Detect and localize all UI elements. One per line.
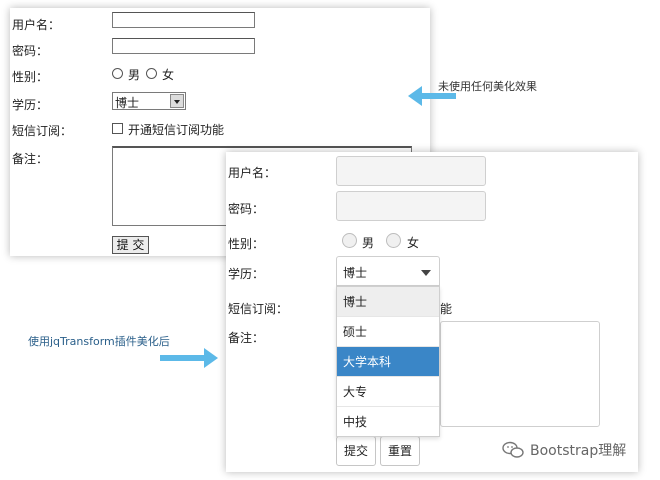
watermark-text: Bootstrap理解 [530, 443, 627, 459]
styled-submit-button[interactable]: 提交 [336, 436, 376, 466]
chevron-down-icon[interactable] [421, 270, 431, 276]
styled-education-select[interactable]: 博士 [336, 256, 440, 286]
password-label: 密码： [12, 44, 49, 58]
gender-male-radio[interactable] [112, 68, 123, 79]
education-label: 学历： [12, 98, 49, 112]
styled-password-input[interactable] [336, 191, 486, 221]
wechat-logo-icon [502, 441, 524, 458]
styled-sms-label: 短信订阅： [228, 302, 289, 316]
styled-education-label: 学历： [228, 267, 265, 281]
styled-gender-male-label: 男 [362, 236, 375, 250]
username-label: 用户名： [12, 18, 61, 32]
sms-checkbox[interactable] [112, 123, 123, 134]
styled-gender-male-radio[interactable] [342, 233, 357, 248]
submit-button[interactable]: 提 交 [112, 236, 149, 254]
gender-female-label: 女 [162, 68, 175, 82]
styled-username-label: 用户名： [228, 166, 277, 180]
gender-label: 性别： [12, 70, 49, 84]
education-dropdown-list: 博士 硕士 大学本科 大专 中技 [336, 286, 440, 437]
styled-gender-female-label: 女 [407, 236, 420, 250]
gender-female-radio[interactable] [146, 68, 157, 79]
styled-note-textarea[interactable] [440, 321, 600, 427]
styled-sms-option-fragment: 能 [440, 302, 453, 316]
styled-username-input[interactable] [336, 156, 486, 186]
after-annotation: 使用jqTransform插件美化后 [28, 335, 170, 348]
arrow-right-icon [160, 348, 218, 368]
styled-form-panel: 用户名： 密码： 性别： 男 女 学历： 博士 短信订阅： 能 备注： 提交 重… [226, 152, 638, 472]
before-annotation: 未使用任何美化效果 [438, 80, 537, 93]
styled-reset-button[interactable]: 重置 [380, 436, 420, 466]
education-select-value: 博士 [115, 96, 140, 110]
password-input[interactable] [112, 38, 255, 54]
styled-gender-label: 性别： [228, 237, 265, 251]
dropdown-option[interactable]: 硕士 [337, 317, 439, 347]
styled-gender-female-radio[interactable] [386, 233, 401, 248]
styled-note-label: 备注： [228, 331, 265, 345]
dropdown-option[interactable]: 中技 [337, 407, 439, 437]
dropdown-option[interactable]: 大专 [337, 377, 439, 407]
username-input[interactable] [112, 12, 255, 28]
styled-education-select-value: 博士 [343, 266, 368, 280]
note-label: 备注： [12, 152, 49, 166]
dropdown-option[interactable]: 博士 [337, 287, 439, 317]
sms-label: 短信订阅： [12, 124, 73, 138]
dropdown-option-selected[interactable]: 大学本科 [337, 347, 439, 377]
styled-password-label: 密码： [228, 202, 265, 216]
watermark: Bootstrap理解 [502, 440, 626, 460]
sms-option-label: 开通短信订阅功能 [128, 123, 225, 137]
chevron-down-icon[interactable] [170, 94, 184, 108]
education-select[interactable]: 博士 [112, 92, 186, 110]
gender-male-label: 男 [128, 68, 141, 82]
